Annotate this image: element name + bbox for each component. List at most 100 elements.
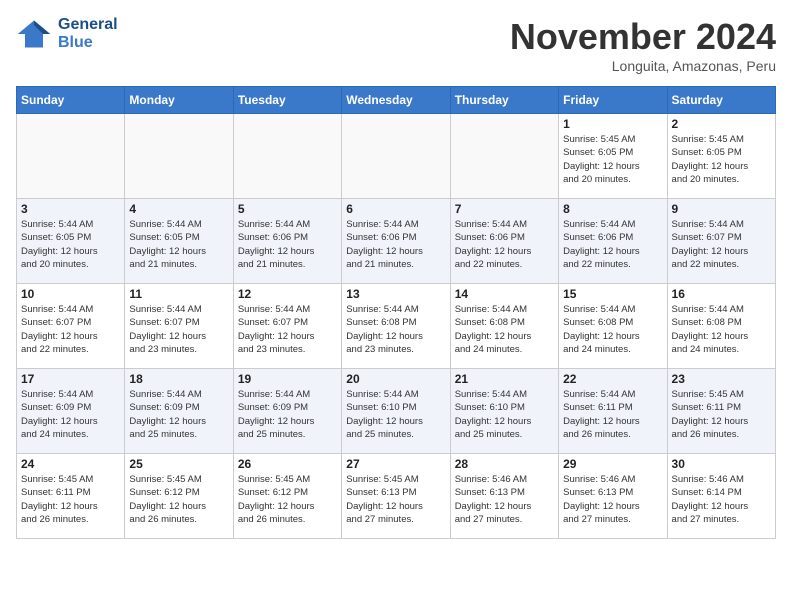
calendar-cell	[125, 114, 233, 199]
calendar-row: 3 Sunrise: 5:44 AM Sunset: 6:05 PM Daylig…	[17, 199, 776, 284]
day-info: Sunrise: 5:44 AM Sunset: 6:07 PM Dayligh…	[238, 303, 337, 356]
day-info: Sunrise: 5:44 AM Sunset: 6:09 PM Dayligh…	[129, 388, 228, 441]
day-number: 28	[455, 457, 554, 471]
day-number: 10	[21, 287, 120, 301]
weekday-header-row: SundayMondayTuesdayWednesdayThursdayFrid…	[17, 87, 776, 114]
calendar-cell: 7 Sunrise: 5:44 AM Sunset: 6:06 PM Daylig…	[450, 199, 558, 284]
weekday-header-monday: Monday	[125, 87, 233, 114]
day-number: 23	[672, 372, 771, 386]
calendar-cell: 18 Sunrise: 5:44 AM Sunset: 6:09 PM Dayli…	[125, 369, 233, 454]
day-info: Sunrise: 5:44 AM Sunset: 6:05 PM Dayligh…	[21, 218, 120, 271]
day-number: 4	[129, 202, 228, 216]
day-info: Sunrise: 5:45 AM Sunset: 6:12 PM Dayligh…	[238, 473, 337, 526]
day-number: 9	[672, 202, 771, 216]
calendar-cell: 9 Sunrise: 5:44 AM Sunset: 6:07 PM Daylig…	[667, 199, 775, 284]
day-info: Sunrise: 5:44 AM Sunset: 6:08 PM Dayligh…	[455, 303, 554, 356]
month-title: November 2024	[510, 16, 776, 58]
day-info: Sunrise: 5:45 AM Sunset: 6:12 PM Dayligh…	[129, 473, 228, 526]
calendar-cell: 12 Sunrise: 5:44 AM Sunset: 6:07 PM Dayli…	[233, 284, 341, 369]
day-number: 30	[672, 457, 771, 471]
day-info: Sunrise: 5:46 AM Sunset: 6:13 PM Dayligh…	[563, 473, 662, 526]
weekday-header-friday: Friday	[559, 87, 667, 114]
calendar-cell	[233, 114, 341, 199]
calendar-cell: 24Sunrise: 5:45 AM Sunset: 6:11 PM Dayli…	[17, 454, 125, 539]
title-section: November 2024 Longuita, Amazonas, Peru	[510, 16, 776, 74]
weekday-header-sunday: Sunday	[17, 87, 125, 114]
day-number: 7	[455, 202, 554, 216]
day-info: Sunrise: 5:46 AM Sunset: 6:13 PM Dayligh…	[455, 473, 554, 526]
calendar-table: SundayMondayTuesdayWednesdayThursdayFrid…	[16, 86, 776, 539]
day-info: Sunrise: 5:44 AM Sunset: 6:09 PM Dayligh…	[238, 388, 337, 441]
calendar-cell: 22 Sunrise: 5:44 AM Sunset: 6:11 PM Dayli…	[559, 369, 667, 454]
day-info: Sunrise: 5:44 AM Sunset: 6:10 PM Dayligh…	[455, 388, 554, 441]
day-info: Sunrise: 5:44 AM Sunset: 6:05 PM Dayligh…	[129, 218, 228, 271]
calendar-cell	[17, 114, 125, 199]
calendar-cell: 16Sunrise: 5:44 AM Sunset: 6:08 PM Dayli…	[667, 284, 775, 369]
day-info: Sunrise: 5:44 AM Sunset: 6:06 PM Dayligh…	[455, 218, 554, 271]
calendar-row: 10 Sunrise: 5:44 AM Sunset: 6:07 PM Dayli…	[17, 284, 776, 369]
day-info: Sunrise: 5:44 AM Sunset: 6:11 PM Dayligh…	[563, 388, 662, 441]
calendar-cell: 2 Sunrise: 5:45 AM Sunset: 6:05 PM Daylig…	[667, 114, 775, 199]
logo-text: General Blue	[58, 16, 118, 51]
calendar-cell: 19 Sunrise: 5:44 AM Sunset: 6:09 PM Dayli…	[233, 369, 341, 454]
day-number: 17	[21, 372, 120, 386]
day-number: 29	[563, 457, 662, 471]
day-number: 18	[129, 372, 228, 386]
calendar-cell: 27Sunrise: 5:45 AM Sunset: 6:13 PM Dayli…	[342, 454, 450, 539]
day-number: 25	[129, 457, 228, 471]
day-number: 12	[238, 287, 337, 301]
day-number: 2	[672, 117, 771, 131]
day-info: Sunrise: 5:45 AM Sunset: 6:11 PM Dayligh…	[672, 388, 771, 441]
calendar-cell: 6 Sunrise: 5:44 AM Sunset: 6:06 PM Daylig…	[342, 199, 450, 284]
weekday-header-tuesday: Tuesday	[233, 87, 341, 114]
calendar-cell: 20 Sunrise: 5:44 AM Sunset: 6:10 PM Dayli…	[342, 369, 450, 454]
day-number: 8	[563, 202, 662, 216]
day-info: Sunrise: 5:46 AM Sunset: 6:14 PM Dayligh…	[672, 473, 771, 526]
calendar-cell	[450, 114, 558, 199]
day-number: 22	[563, 372, 662, 386]
calendar-row: 1 Sunrise: 5:45 AM Sunset: 6:05 PM Daylig…	[17, 114, 776, 199]
day-info: Sunrise: 5:45 AM Sunset: 6:11 PM Dayligh…	[21, 473, 120, 526]
day-number: 20	[346, 372, 445, 386]
weekday-header-wednesday: Wednesday	[342, 87, 450, 114]
calendar-cell: 4 Sunrise: 5:44 AM Sunset: 6:05 PM Daylig…	[125, 199, 233, 284]
day-info: Sunrise: 5:44 AM Sunset: 6:06 PM Dayligh…	[563, 218, 662, 271]
day-number: 14	[455, 287, 554, 301]
day-info: Sunrise: 5:44 AM Sunset: 6:10 PM Dayligh…	[346, 388, 445, 441]
day-number: 27	[346, 457, 445, 471]
location-subtitle: Longuita, Amazonas, Peru	[510, 58, 776, 74]
header: General Blue November 2024 Longuita, Ama…	[16, 16, 776, 74]
day-info: Sunrise: 5:45 AM Sunset: 6:05 PM Dayligh…	[672, 133, 771, 186]
calendar-cell: 29 Sunrise: 5:46 AM Sunset: 6:13 PM Dayli…	[559, 454, 667, 539]
calendar-cell: 17 Sunrise: 5:44 AM Sunset: 6:09 PM Dayli…	[17, 369, 125, 454]
calendar-cell	[342, 114, 450, 199]
calendar-cell: 1Sunrise: 5:45 AM Sunset: 6:05 PM Daylig…	[559, 114, 667, 199]
day-info: Sunrise: 5:44 AM Sunset: 6:07 PM Dayligh…	[21, 303, 120, 356]
day-info: Sunrise: 5:44 AM Sunset: 6:07 PM Dayligh…	[672, 218, 771, 271]
day-number: 3	[21, 202, 120, 216]
calendar-cell: 14 Sunrise: 5:44 AM Sunset: 6:08 PM Dayli…	[450, 284, 558, 369]
calendar-cell: 5Sunrise: 5:44 AM Sunset: 6:06 PM Daylig…	[233, 199, 341, 284]
calendar-cell: 13 Sunrise: 5:44 AM Sunset: 6:08 PM Dayli…	[342, 284, 450, 369]
day-number: 6	[346, 202, 445, 216]
day-info: Sunrise: 5:44 AM Sunset: 6:06 PM Dayligh…	[346, 218, 445, 271]
logo-icon	[16, 16, 52, 52]
day-info: Sunrise: 5:44 AM Sunset: 6:09 PM Dayligh…	[21, 388, 120, 441]
calendar-cell: 8 Sunrise: 5:44 AM Sunset: 6:06 PM Daylig…	[559, 199, 667, 284]
logo: General Blue	[16, 16, 118, 52]
day-info: Sunrise: 5:44 AM Sunset: 6:07 PM Dayligh…	[129, 303, 228, 356]
weekday-header-thursday: Thursday	[450, 87, 558, 114]
day-number: 13	[346, 287, 445, 301]
day-number: 15	[563, 287, 662, 301]
day-info: Sunrise: 5:44 AM Sunset: 6:08 PM Dayligh…	[346, 303, 445, 356]
calendar-cell: 28 Sunrise: 5:46 AM Sunset: 6:13 PM Dayli…	[450, 454, 558, 539]
day-number: 16	[672, 287, 771, 301]
weekday-header-saturday: Saturday	[667, 87, 775, 114]
day-number: 21	[455, 372, 554, 386]
day-number: 1	[563, 117, 662, 131]
day-number: 19	[238, 372, 337, 386]
calendar-cell: 15Sunrise: 5:44 AM Sunset: 6:08 PM Dayli…	[559, 284, 667, 369]
calendar-cell: 26Sunrise: 5:45 AM Sunset: 6:12 PM Dayli…	[233, 454, 341, 539]
calendar-cell: 30 Sunrise: 5:46 AM Sunset: 6:14 PM Dayli…	[667, 454, 775, 539]
day-info: Sunrise: 5:44 AM Sunset: 6:06 PM Dayligh…	[238, 218, 337, 271]
